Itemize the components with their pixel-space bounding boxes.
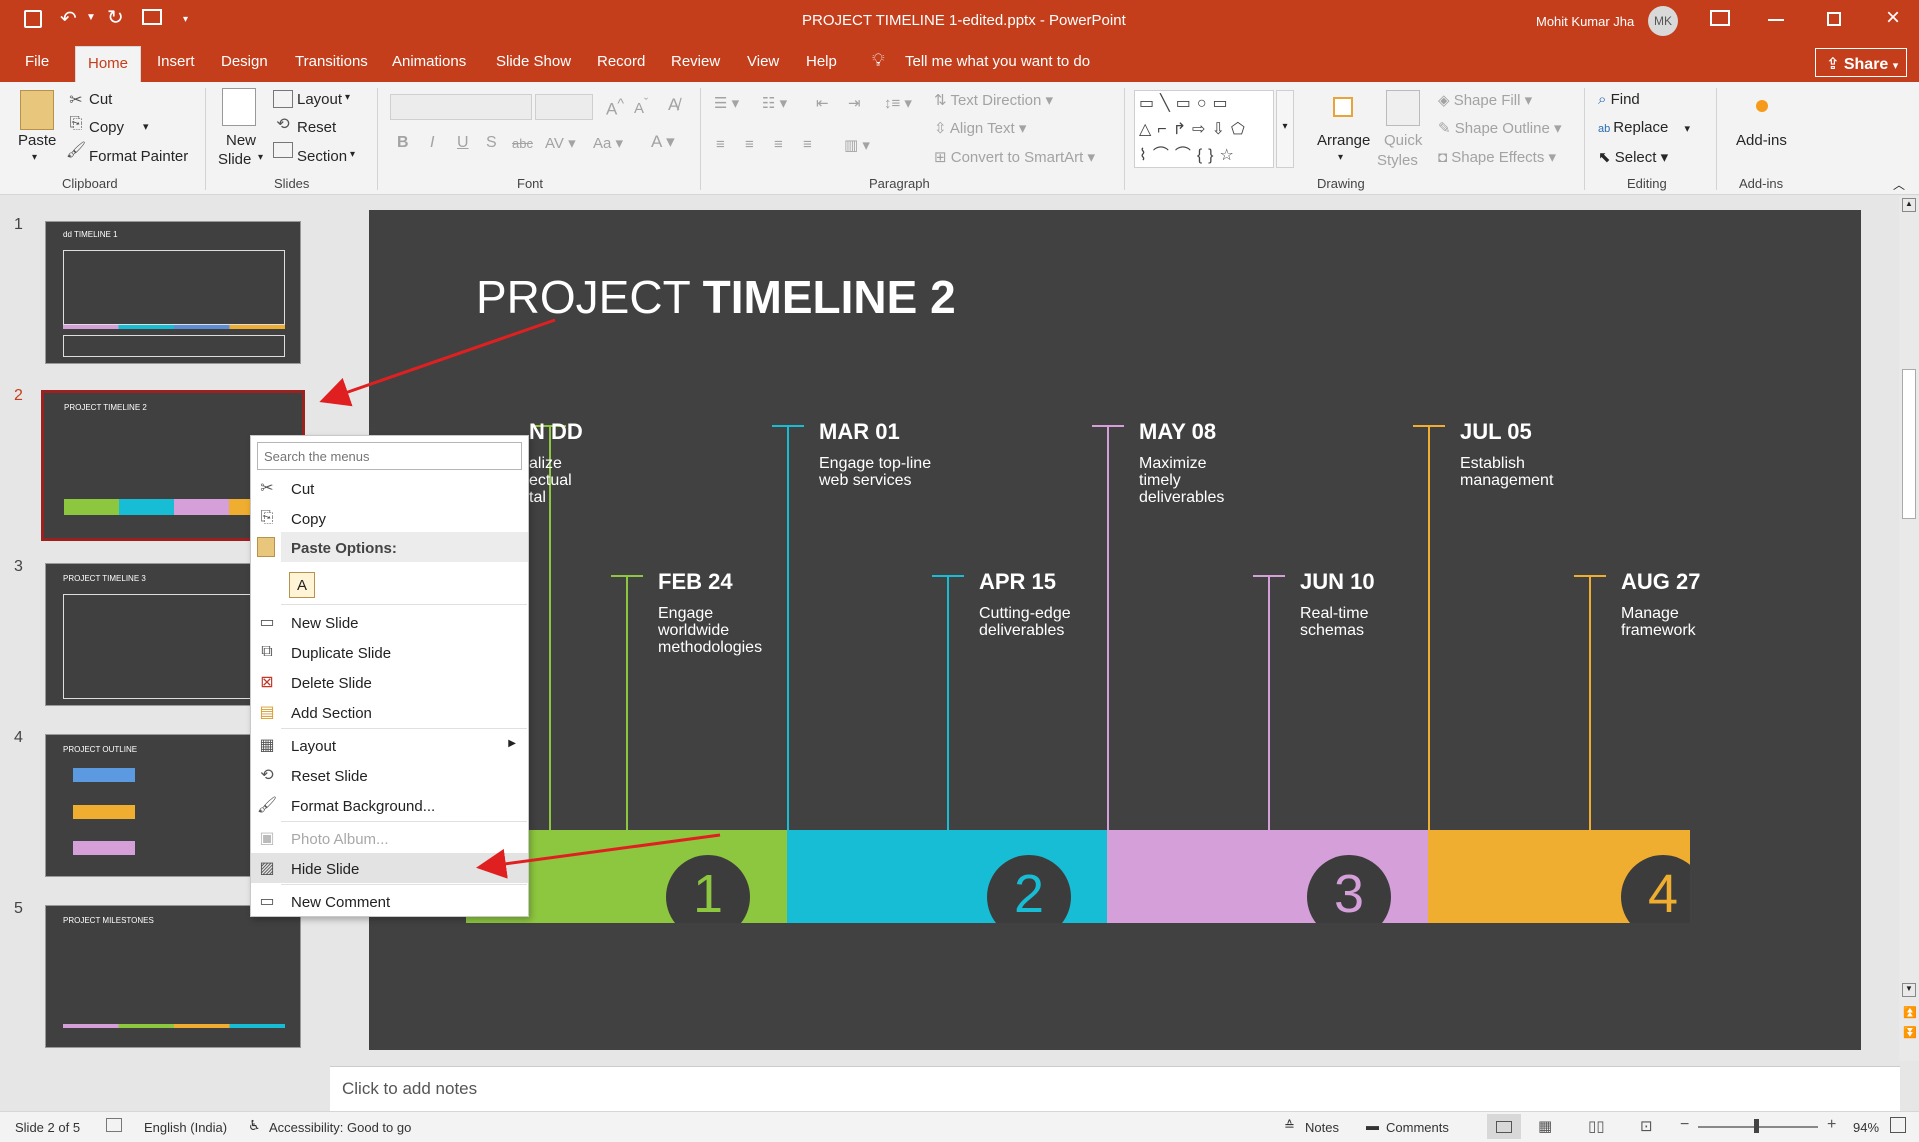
annotation-arrows — [319, 318, 721, 879]
arrow-to-hide-slide — [476, 833, 721, 879]
arrow-to-thumbnail — [319, 318, 556, 407]
